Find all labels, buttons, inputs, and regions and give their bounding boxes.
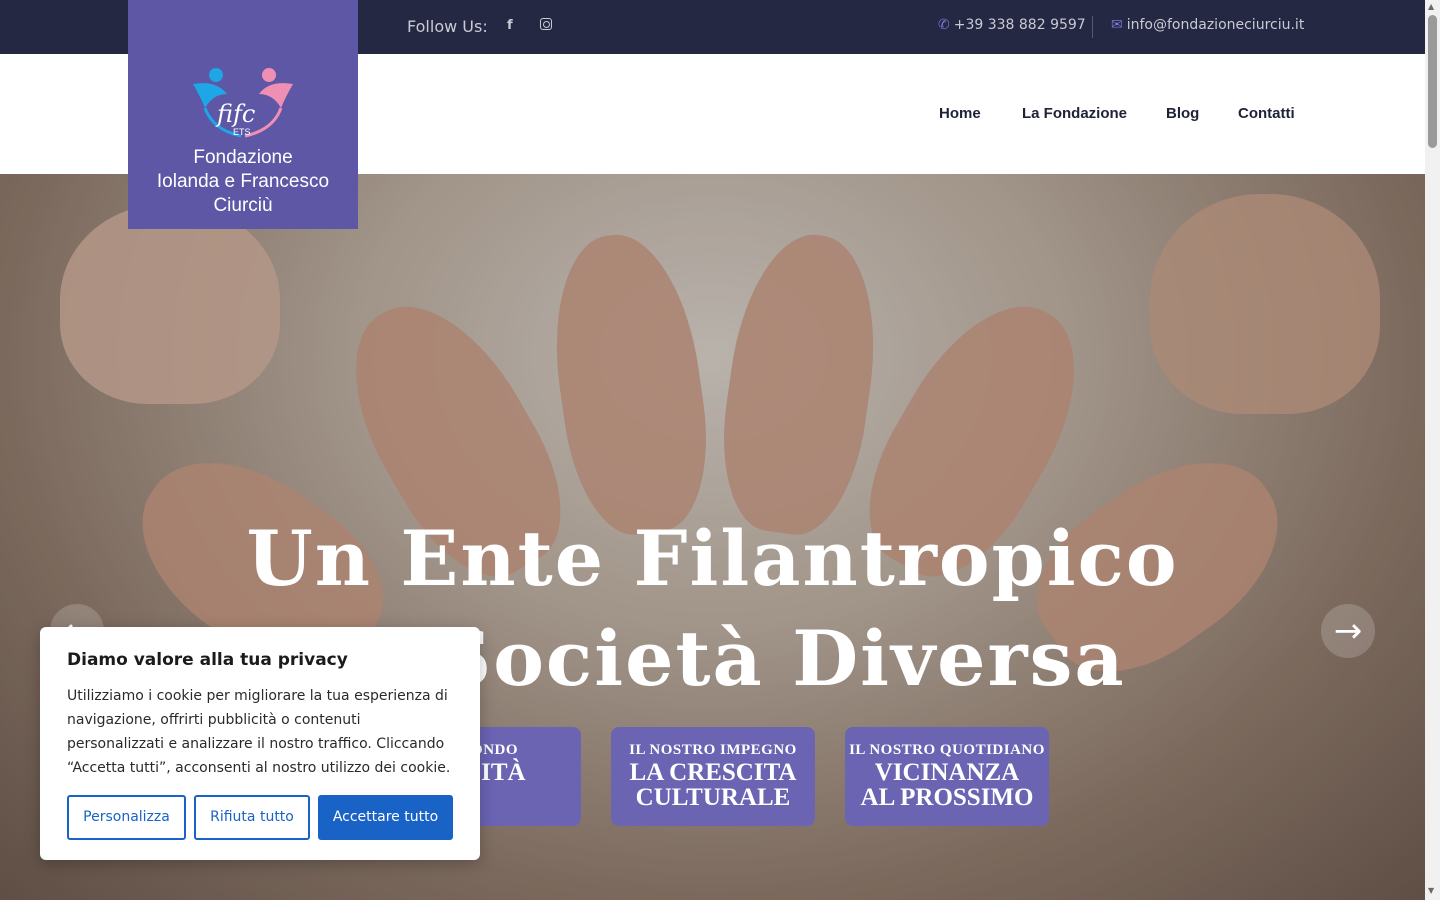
follow-us-label: Follow Us:: [407, 17, 488, 36]
email-address: info@fondazioneciurciu.it: [1126, 17, 1305, 33]
site-logo[interactable]: fifc ETS Fondazione Iolanda e Francesco …: [128, 0, 358, 229]
svg-text:fifc: fifc: [215, 100, 255, 128]
nav-home[interactable]: Home: [939, 105, 981, 122]
facebook-icon[interactable]: f: [507, 18, 513, 33]
phone-number: +39 338 882 9597: [953, 17, 1086, 33]
cookie-consent-banner: Diamo valore alla tua privacy Utilizziam…: [40, 627, 480, 860]
instagram-icon[interactable]: [540, 18, 552, 34]
nav-contatti[interactable]: Contatti: [1238, 105, 1295, 122]
accept-all-button[interactable]: Accettare tutto: [318, 795, 453, 840]
logo-wordmark: Fondazione Iolanda e Francesco Ciurciù: [156, 147, 330, 216]
nav-blog[interactable]: Blog: [1166, 105, 1199, 122]
cookie-title: Diamo valore alla tua privacy: [67, 650, 348, 670]
nav-la-fondazione[interactable]: La Fondazione: [1022, 105, 1127, 122]
svg-text:ETS: ETS: [233, 127, 251, 137]
hero-card-vicinanza[interactable]: IL NOSTRO QUOTIDIANO VICINANZA AL PROSSI…: [845, 727, 1049, 826]
scrollbar-thumb[interactable]: [1428, 15, 1437, 148]
slider-next-arrow-icon[interactable]: →: [1321, 604, 1375, 658]
envelope-icon: ✉: [1111, 17, 1123, 33]
email-link[interactable]: ✉ info@fondazioneciurciu.it: [1111, 17, 1304, 33]
scroll-up-arrow-icon[interactable]: ▲: [1428, 2, 1434, 11]
scroll-down-arrow-icon[interactable]: ▼: [1428, 886, 1434, 895]
cookie-description: Utilizziamo i cookie per migliorare la t…: [67, 688, 451, 776]
hero-card-crescita-culturale[interactable]: IL NOSTRO IMPEGNO LA CRESCITA CULTURALE: [611, 727, 815, 826]
customize-button[interactable]: Personalizza: [67, 795, 186, 840]
topbar-divider: [1092, 16, 1093, 38]
phone-icon: ✆: [938, 17, 950, 33]
logo-mark-icon: fifc ETS: [193, 68, 293, 138]
reject-all-button[interactable]: Rifiuta tutto: [194, 795, 310, 840]
hero-headline-line1: Un Ente Filantropico: [246, 514, 1179, 603]
phone-link[interactable]: ✆ +39 338 882 9597: [938, 17, 1086, 33]
